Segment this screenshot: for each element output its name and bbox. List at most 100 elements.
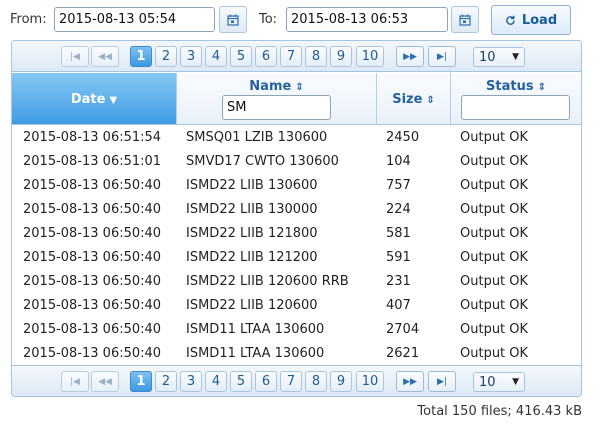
status-cell: Output OK [460,322,529,337]
page-size-value: 10 [479,49,496,65]
size-cell: 104 [386,154,411,169]
pager-top: |◀ ◀◀ 1 2 3 4 5 6 7 8 9 10 ▶▶ ▶| 10 ▼ [12,41,581,72]
column-header-size[interactable]: Size ⇕ [377,73,451,125]
date-cell: 2015-08-13 06:51:01 [23,154,162,169]
sort-toggle-icon: ⇕ [426,95,435,106]
page-size-select[interactable]: 10 ▼ [473,372,525,392]
date-cell: 2015-08-13 06:50:40 [23,178,162,193]
page-size-select[interactable]: 10 ▼ [473,47,525,67]
table-row[interactable]: 2015-08-13 06:50:40 ISMD22 LIIB 120600 R… [12,270,581,294]
name-cell: SMSQ01 LZIB 130600 [186,130,328,145]
prev-page-button[interactable]: ◀◀ [91,371,119,392]
date-cell: 2015-08-13 06:50:40 [23,274,162,289]
caret-down-icon: ▼ [512,377,519,387]
page-button-2[interactable]: 2 [155,46,177,67]
status-cell: Output OK [460,346,529,361]
first-page-icon: |◀ [70,51,80,62]
table-row[interactable]: 2015-08-13 06:50:40 ISMD22 LIIB 121200 5… [12,246,581,270]
load-button[interactable]: Load [491,5,571,35]
status-cell: Output OK [460,202,529,217]
to-label: To: [259,12,278,27]
name-cell: ISMD22 LIIB 121800 [186,226,318,241]
next-page-button[interactable]: ▶▶ [396,371,424,392]
name-filter-input[interactable] [222,95,331,120]
from-calendar-button[interactable] [219,6,247,33]
last-page-button[interactable]: ▶| [428,371,456,392]
next-page-button[interactable]: ▶▶ [396,46,424,67]
last-page-button[interactable]: ▶| [428,46,456,67]
table-row[interactable]: 2015-08-13 06:50:40 ISMD22 LIIB 121800 5… [12,222,581,246]
size-cell: 757 [386,178,411,193]
page-button-4[interactable]: 4 [205,371,227,392]
page-button-2[interactable]: 2 [155,371,177,392]
name-cell: ISMD22 LIIB 120600 RRB [186,274,349,289]
sort-desc-icon: ▼ [109,95,118,106]
status-cell: Output OK [460,226,529,241]
date-cell: 2015-08-13 06:50:40 [23,322,162,337]
page-button-9[interactable]: 9 [330,371,352,392]
page-button-3[interactable]: 3 [180,46,202,67]
size-cell: 231 [386,274,411,289]
status-cell: Output OK [460,178,529,193]
page-size-value: 10 [479,374,496,390]
table-row[interactable]: 2015-08-13 06:50:40 ISMD22 LIIB 120600 4… [12,294,581,318]
date-cell: 2015-08-13 06:50:40 [23,250,162,265]
page-button-8[interactable]: 8 [305,46,327,67]
size-cell: 407 [386,298,411,313]
column-header-status[interactable]: Status ⇕ [451,73,581,125]
first-page-button[interactable]: |◀ [61,371,89,392]
last-page-icon: ▶| [437,376,447,387]
size-cell: 2621 [386,346,420,361]
table-row[interactable]: 2015-08-13 06:51:54 SMSQ01 LZIB 130600 2… [12,126,581,150]
caret-down-icon: ▼ [512,52,519,62]
prev-page-button[interactable]: ◀◀ [91,46,119,67]
size-cell: 581 [386,226,411,241]
page-button-8[interactable]: 8 [305,371,327,392]
table-row[interactable]: 2015-08-13 06:51:01 SMVD17 CWTO 130600 1… [12,150,581,174]
table-row[interactable]: 2015-08-13 06:50:40 ISMD11 LTAA 130600 2… [12,318,581,342]
table-header: Date▼ Name⇕ Size⇕ Status⇕ [12,73,581,125]
prev-page-icon: ◀◀ [98,376,112,387]
table-row[interactable]: 2015-08-13 06:50:40 ISMD22 LIIB 130600 7… [12,174,581,198]
page-button-7[interactable]: 7 [280,371,302,392]
name-header-label: Name [249,79,292,94]
name-cell: ISMD11 LTAA 130600 [186,322,325,337]
date-cell: 2015-08-13 06:50:40 [23,298,162,313]
date-cell: 2015-08-13 06:50:40 [23,202,162,217]
date-cell: 2015-08-13 06:50:40 [23,226,162,241]
page-button-3[interactable]: 3 [180,371,202,392]
to-date-input[interactable] [286,7,448,32]
column-header-name[interactable]: Name ⇕ [177,73,377,125]
page-button-6[interactable]: 6 [255,371,277,392]
calendar-icon [459,14,471,26]
page-button-1[interactable]: 1 [130,46,152,67]
load-button-label: Load [521,12,558,28]
next-page-icon: ▶▶ [403,51,417,62]
page-button-9[interactable]: 9 [330,46,352,67]
column-header-date[interactable]: Date ▼ [12,73,177,125]
page-button-1[interactable]: 1 [130,371,152,392]
first-page-button[interactable]: |◀ [61,46,89,67]
table-row[interactable]: 2015-08-13 06:50:40 ISMD22 LIIB 130000 2… [12,198,581,222]
page-button-5[interactable]: 5 [230,46,252,67]
size-cell: 2704 [386,322,420,337]
status-cell: Output OK [460,250,529,265]
status-cell: Output OK [460,298,529,313]
pager-bottom: |◀ ◀◀ 1 2 3 4 5 6 7 8 9 10 ▶▶ ▶| 10 ▼ [12,365,581,396]
page-button-7[interactable]: 7 [280,46,302,67]
page-button-4[interactable]: 4 [205,46,227,67]
size-cell: 591 [386,250,411,265]
date-cell: 2015-08-13 06:51:54 [23,130,162,145]
status-filter-input[interactable] [461,95,570,120]
date-header-label: Date [70,92,106,107]
from-date-input[interactable] [54,7,215,32]
calendar-icon [227,14,239,26]
page-button-10[interactable]: 10 [356,371,384,392]
table-row[interactable]: 2015-08-13 06:50:40 ISMD11 LTAA 130600 2… [12,342,581,366]
page-button-5[interactable]: 5 [230,371,252,392]
next-page-icon: ▶▶ [403,376,417,387]
date-filter-bar: From: To: Load [0,0,604,40]
page-button-10[interactable]: 10 [356,46,384,67]
page-button-6[interactable]: 6 [255,46,277,67]
to-calendar-button[interactable] [451,6,479,33]
